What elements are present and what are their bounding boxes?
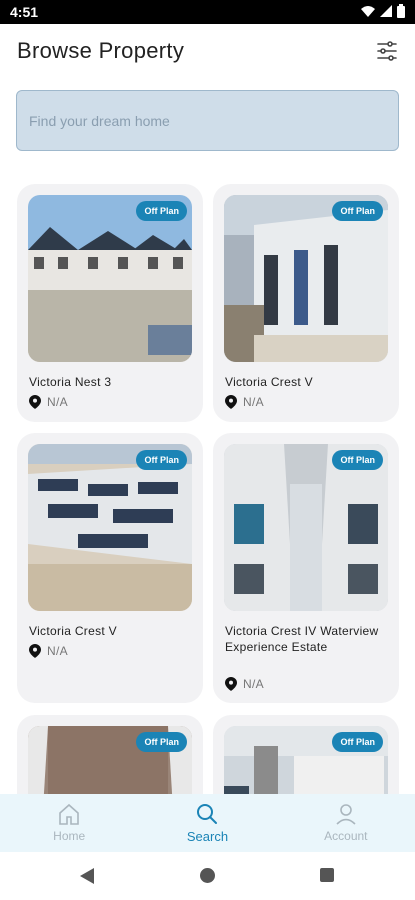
search-input[interactable] xyxy=(29,91,384,150)
location-text: N/A xyxy=(243,677,264,691)
back-icon[interactable] xyxy=(80,868,94,884)
property-location: N/A xyxy=(225,395,264,409)
property-title: Victoria Crest V xyxy=(29,624,117,638)
status-badge: Off Plan xyxy=(136,450,187,470)
page-title: Browse Property xyxy=(17,38,185,63)
status-icons xyxy=(361,4,405,18)
wifi-icon xyxy=(361,6,375,17)
property-card[interactable]: Off Plan Victoria Crest V N/A xyxy=(17,433,203,703)
property-location: N/A xyxy=(29,395,68,409)
status-badge: Off Plan xyxy=(136,201,187,221)
nav-account-label: Account xyxy=(324,829,368,843)
property-image: Off Plan xyxy=(224,444,388,611)
nav-account[interactable]: Account xyxy=(277,794,415,852)
location-text: N/A xyxy=(47,644,68,658)
nav-search[interactable]: Search xyxy=(138,794,276,852)
filter-sliders-icon xyxy=(377,41,397,61)
signal-icon xyxy=(380,5,392,17)
status-badge: Off Plan xyxy=(332,450,383,470)
property-card[interactable]: Off Plan xyxy=(17,715,203,794)
status-badge: Off Plan xyxy=(332,201,383,221)
location-pin-icon xyxy=(225,395,237,409)
property-title: Victoria Crest IV Waterview Experience E… xyxy=(225,624,379,654)
property-image: Off Plan xyxy=(28,726,192,794)
status-badge: Off Plan xyxy=(136,732,187,752)
search-icon xyxy=(197,803,218,824)
property-image: Off Plan xyxy=(28,195,192,362)
property-card[interactable]: Off Plan xyxy=(213,715,399,794)
battery-icon xyxy=(397,4,405,18)
property-image: Off Plan xyxy=(224,726,388,794)
location-text: N/A xyxy=(47,395,68,409)
property-title: Victoria Nest 3 xyxy=(29,375,112,389)
status-time: 4:51 xyxy=(10,4,39,20)
location-pin-icon xyxy=(225,677,237,691)
nav-search-label: Search xyxy=(186,828,229,844)
home-circle-icon[interactable] xyxy=(200,868,215,883)
property-location: N/A xyxy=(225,677,264,691)
recents-square-icon[interactable] xyxy=(320,868,334,882)
location-text: N/A xyxy=(243,395,264,409)
account-icon xyxy=(336,804,356,825)
bottom-nav: Home Search Account xyxy=(0,794,415,852)
app-header: Browse Property xyxy=(0,24,415,80)
property-grid: Off Plan Victoria Nest 3 N/A Off Plan Vi… xyxy=(0,184,415,794)
filter-button[interactable] xyxy=(375,39,399,63)
property-image: Off Plan xyxy=(28,444,192,611)
location-pin-icon xyxy=(29,395,41,409)
nav-home-label: Home xyxy=(53,829,86,843)
property-title: Victoria Crest V xyxy=(225,375,313,389)
nav-home[interactable]: Home xyxy=(0,794,138,852)
property-card[interactable]: Off Plan Victoria Nest 3 N/A xyxy=(17,184,203,422)
property-card[interactable]: Off Plan Victoria Crest IV Waterview Exp… xyxy=(213,433,399,703)
status-bar: 4:51 xyxy=(0,0,415,24)
location-pin-icon xyxy=(29,644,41,658)
property-location: N/A xyxy=(29,644,68,658)
status-badge: Off Plan xyxy=(332,732,383,752)
system-nav-bar xyxy=(0,852,415,900)
property-image: Off Plan xyxy=(224,195,388,362)
search-box xyxy=(16,90,399,151)
property-card[interactable]: Off Plan Victoria Crest V N/A xyxy=(213,184,399,422)
home-icon xyxy=(59,803,79,825)
